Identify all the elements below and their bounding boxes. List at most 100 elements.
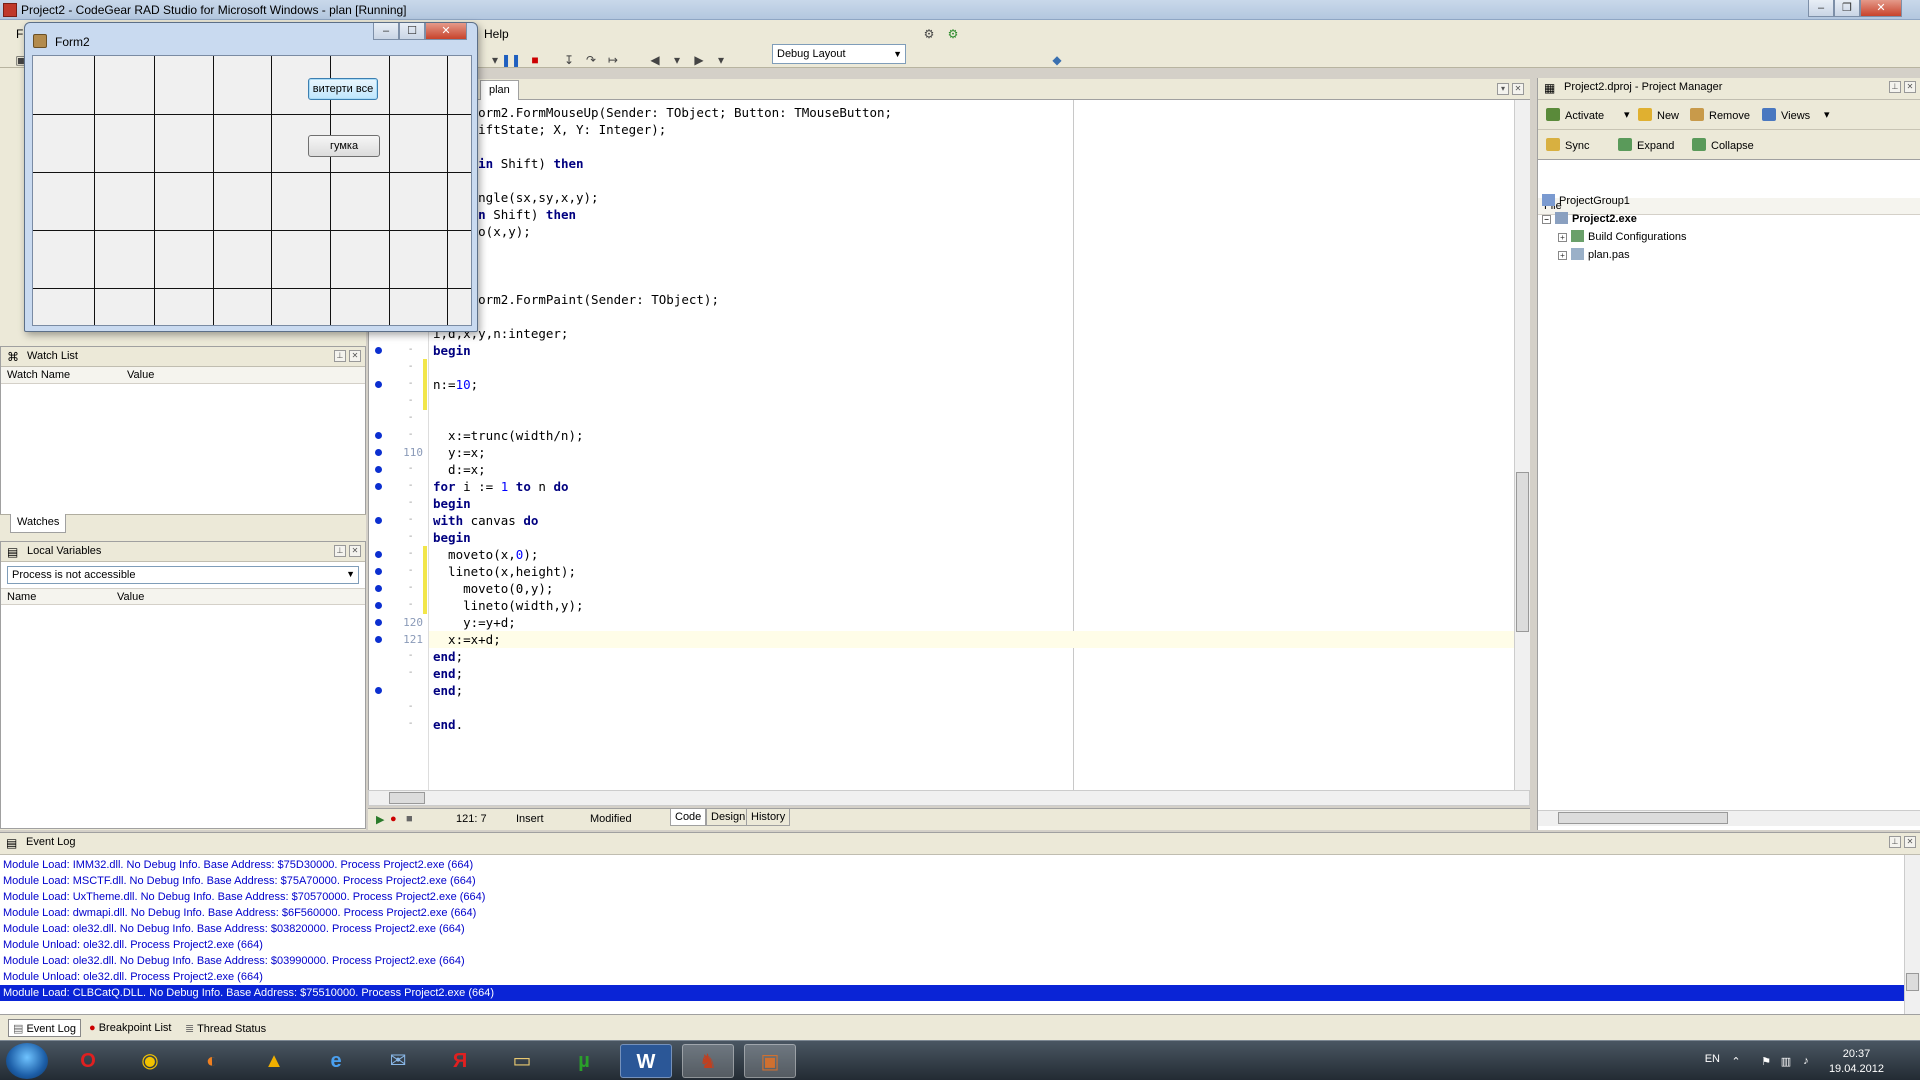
code-line[interactable]: y:=x; (433, 444, 486, 461)
execution-point-marker[interactable] (375, 466, 382, 473)
scroll-thumb[interactable] (1558, 812, 1728, 824)
aimp-icon[interactable]: ▲ (248, 1044, 300, 1078)
event-log-line[interactable]: Module Load: ole32.dll. No Debug Info. B… (3, 953, 465, 969)
tree-item-unit[interactable]: + plan.pas (1558, 248, 1630, 261)
event-log-line[interactable]: Module Load: IMM32.dll. No Debug Info. B… (3, 857, 473, 873)
execution-point-marker[interactable] (375, 449, 382, 456)
delphi-helmet-icon[interactable]: ♞ (682, 1044, 734, 1078)
step-over-icon[interactable]: ↷ (580, 50, 602, 70)
chrome-icon[interactable]: ◉ (124, 1044, 176, 1078)
scroll-thumb[interactable] (1516, 472, 1529, 632)
app-icon[interactable] (3, 3, 17, 17)
pin-icon[interactable]: ⊥ (1889, 836, 1901, 848)
execution-point-marker[interactable] (375, 432, 382, 439)
back-icon[interactable]: ◀ (644, 50, 666, 70)
stop-record-icon[interactable]: ■ (406, 813, 413, 825)
pin-icon[interactable]: ⊥ (334, 545, 346, 557)
project2-app-icon[interactable]: ▣ (744, 1044, 796, 1078)
event-log-line[interactable]: Module Load: dwmapi.dll. No Debug Info. … (3, 905, 476, 921)
execution-point-marker[interactable] (375, 381, 382, 388)
expand-button[interactable]: Expand (1618, 138, 1674, 152)
close-icon[interactable]: ✕ (1904, 81, 1916, 93)
internet-explorer-icon[interactable]: e (310, 1044, 362, 1078)
stop-icon[interactable]: ■ (524, 50, 546, 70)
col-watch-name[interactable]: Watch Name (7, 369, 70, 381)
clock[interactable]: 20:37 19.04.2012 (1829, 1047, 1884, 1077)
desktop-layout-select[interactable]: Debug Layout ▼ (772, 44, 906, 64)
save-desktop-icon[interactable]: ⚙ (918, 24, 940, 44)
execution-point-marker[interactable] (375, 602, 382, 609)
opera-icon[interactable]: O (62, 1044, 114, 1078)
menu-file-partial[interactable]: F (16, 27, 23, 41)
minimize-button[interactable]: – (1808, 0, 1834, 17)
tab-design[interactable]: Design (706, 809, 751, 826)
editor-horizontal-scrollbar[interactable] (368, 790, 1530, 806)
execution-point-marker[interactable] (375, 619, 382, 626)
forward-dropdown-icon[interactable]: ▾ (710, 50, 732, 70)
network-icon[interactable]: ▥ (1780, 1055, 1792, 1068)
tab-watches[interactable]: Watches (10, 514, 67, 533)
event-log-line[interactable]: Module Load: ole32.dll. No Debug Info. B… (3, 921, 465, 937)
tray-expand-icon[interactable]: ⌃ (1730, 1055, 1742, 1068)
mail-icon[interactable]: ✉ (372, 1044, 424, 1078)
yandex-icon[interactable]: Я (434, 1044, 486, 1078)
pin-icon[interactable]: ⊥ (334, 350, 346, 362)
tab-history[interactable]: History (746, 809, 791, 826)
activate-dropdown[interactable]: ▾ (1624, 108, 1630, 121)
tree-item-build-configurations[interactable]: + Build Configurations (1558, 230, 1686, 243)
tree-item-exe[interactable]: − Project2.exe (1542, 212, 1637, 225)
back-dropdown-icon[interactable]: ▾ (666, 50, 688, 70)
eraser-button[interactable]: гумка (308, 135, 380, 157)
execution-point-marker[interactable] (375, 551, 382, 558)
code-line[interactable]: begin (433, 495, 471, 512)
tab-plan[interactable]: plan (480, 80, 519, 100)
editor-vertical-scrollbar[interactable] (1514, 100, 1530, 790)
views-dropdown[interactable]: ▾ (1824, 108, 1830, 121)
execution-point-marker[interactable] (375, 636, 382, 643)
scroll-thumb[interactable] (389, 792, 425, 804)
clear-all-button[interactable]: витерти все (308, 78, 378, 100)
code-line[interactable]: begin (433, 529, 471, 546)
event-log-line[interactable]: Module Unload: ole32.dll. Process Projec… (3, 937, 263, 953)
close-icon[interactable]: ✕ (1904, 836, 1916, 848)
execution-point-marker[interactable] (375, 585, 382, 592)
scroll-thumb[interactable] (1906, 973, 1919, 991)
execution-point-marker[interactable] (375, 568, 382, 575)
execution-point-marker[interactable] (375, 517, 382, 524)
col-local-name[interactable]: Name (7, 591, 36, 603)
forward-icon[interactable]: ▶ (688, 50, 710, 70)
flag-icon[interactable]: ⚑ (1760, 1055, 1772, 1068)
step-into-icon[interactable]: ↧ (558, 50, 580, 70)
close-icon[interactable]: ✕ (349, 350, 361, 362)
word-icon[interactable]: W (620, 1044, 672, 1078)
utorrent-icon[interactable]: µ (558, 1044, 610, 1078)
code-line[interactable]: lineto(x,height); (433, 563, 576, 580)
close-icon[interactable]: ✕ (349, 545, 361, 557)
pin-icon[interactable]: ⊥ (1889, 81, 1901, 93)
code-line[interactable]: end; (433, 682, 463, 699)
execution-point-marker[interactable] (375, 347, 382, 354)
tab-thread-status[interactable]: ≣ Thread Status (180, 1019, 271, 1037)
language-indicator[interactable]: EN (1705, 1053, 1720, 1065)
menu-help[interactable]: Help (484, 27, 509, 41)
code-line[interactable]: n:=10; (433, 376, 478, 393)
collapse-button[interactable]: Collapse (1692, 138, 1754, 152)
close-button[interactable]: ✕ (425, 23, 467, 40)
tab-breakpoint-list[interactable]: ● Breakpoint List (84, 1019, 176, 1037)
collapse-node-icon[interactable]: − (1542, 215, 1551, 224)
code-line[interactable]: ure TForm2.FormMouseUp(Sender: TObject; … (433, 104, 892, 121)
code-line[interactable]: for i := 1 to n do (433, 478, 569, 495)
minimize-button[interactable]: – (373, 23, 399, 40)
set-debug-desktop-icon[interactable]: ⚙ (942, 24, 964, 44)
close-button[interactable]: ✕ (1860, 0, 1902, 17)
restore-button[interactable]: ❐ (1834, 0, 1860, 17)
form2-canvas[interactable]: витерти все гумка (32, 55, 472, 326)
code-line[interactable]: begin (433, 342, 471, 359)
help-book-icon[interactable]: ◆ (1046, 50, 1068, 70)
event-log-line[interactable]: Module Unload: ole32.dll. Process Projec… (3, 969, 263, 985)
activate-button[interactable]: Activate (1546, 108, 1604, 122)
firefox-icon[interactable]: ◐ (186, 1044, 238, 1078)
remove-button[interactable]: Remove (1690, 108, 1750, 122)
code-editor[interactable]: - - - - - - - - - - - - - - - - - - - 110 120 121 ure TForm2.… (368, 100, 1530, 790)
sync-button[interactable]: Sync (1546, 138, 1589, 152)
